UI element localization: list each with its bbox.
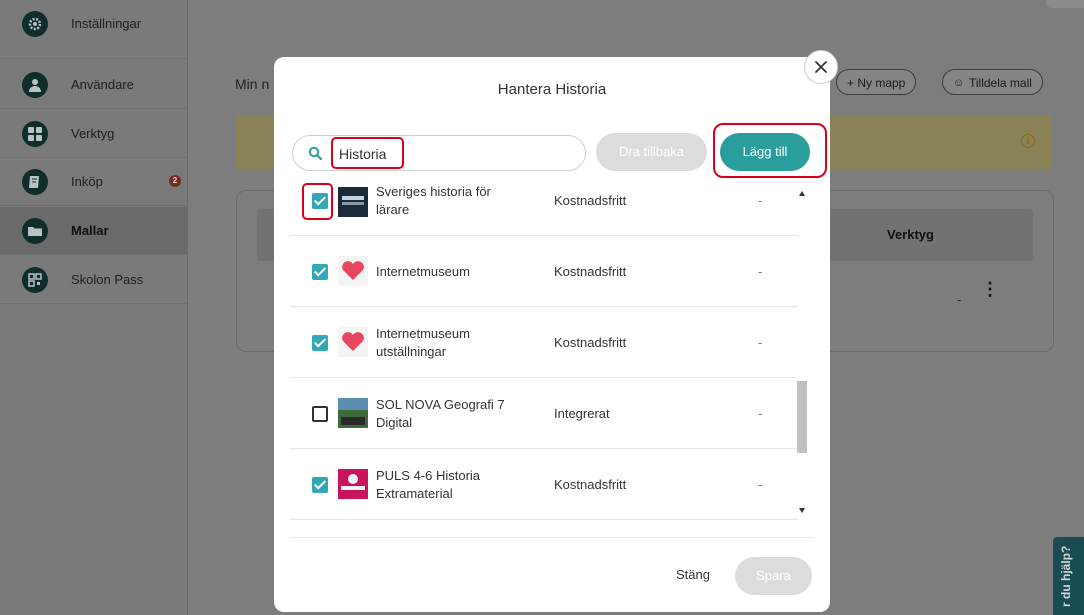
sidebar-item-label: Mallar (71, 223, 109, 238)
tool-price: Kostnadsfritt (554, 335, 627, 350)
tool-tools: - (758, 477, 763, 492)
sidebar-item-templates[interactable]: Mallar (0, 207, 187, 255)
help-tab-label: r du hjälp? (1059, 545, 1073, 607)
tool-name: PULS 4-6 Historia Extramaterial (376, 468, 481, 501)
new-folder-button[interactable]: + Ny mapp (836, 69, 917, 95)
user-icon (22, 72, 48, 98)
sidebar-item-skolon-pass[interactable]: Skolon Pass (0, 256, 187, 304)
tool-tools: - (758, 335, 763, 350)
grid-icon (22, 121, 48, 147)
book-icon (22, 169, 48, 195)
tool-tools: - (758, 193, 763, 208)
tool-name: Internetmuseum (376, 264, 470, 279)
gear-icon (22, 11, 48, 37)
checkbox[interactable] (312, 335, 328, 351)
annotation-highlight (302, 183, 333, 220)
close-button[interactable] (804, 50, 838, 84)
list-item: Internetmuseum utställningar Kostnadsfri… (290, 307, 798, 378)
annotation-highlight (331, 137, 404, 169)
close-dialog-button[interactable]: Stäng (676, 567, 710, 582)
divider (290, 537, 814, 538)
scroll-thumb[interactable] (797, 381, 807, 453)
sidebar-item-label: Användare (71, 77, 134, 92)
assign-template-button[interactable]: ☺ Tilldela mall (942, 69, 1043, 95)
withdraw-button[interactable]: Dra tillbaka (596, 133, 707, 171)
sol-nova-logo (338, 398, 368, 428)
help-tab[interactable]: r du hjälp? (1053, 537, 1084, 615)
heart-logo (338, 256, 368, 286)
tool-tools: - (758, 406, 763, 421)
save-button[interactable]: Spara (735, 557, 812, 595)
sidebar-item-label: Inköp (71, 174, 103, 189)
heart-logo (338, 327, 368, 357)
search-icon (308, 146, 322, 160)
dialog-title: Hantera Historia (497, 81, 607, 98)
sidebar-item-purchases[interactable]: Inköp 2 (0, 158, 187, 206)
manage-dialog: Hantera Historia Dra tillbaka Lägg till … (274, 57, 830, 612)
column-header-tools: Verktyg (887, 227, 934, 242)
tool-list: Sveriges historia för lärare Kostnadsfri… (290, 183, 810, 522)
tool-name: SOL NOVA Geografi 7 Digital (376, 397, 505, 430)
close-icon (815, 61, 827, 73)
scroll-down-arrow-icon[interactable] (799, 508, 805, 513)
list-item: Internetmuseum Kostnadsfritt - (290, 236, 798, 307)
scroll-up-arrow-icon[interactable] (799, 191, 805, 196)
checkbox[interactable] (312, 477, 328, 493)
top-tab (1046, 0, 1084, 8)
sidebar-item-users[interactable]: Användare (0, 61, 187, 109)
tools-value: - (957, 292, 962, 307)
tool-name: Sveriges historia för lärare (376, 184, 491, 217)
checkbox[interactable] (312, 406, 328, 422)
tool-name: Internetmuseum utställningar (376, 326, 470, 359)
sidebar-item-label: Skolon Pass (71, 272, 144, 287)
tool-price: Kostnadsfritt (554, 193, 627, 208)
checkbox[interactable] (312, 264, 328, 280)
notification-badge: 2 (169, 175, 181, 187)
tool-tools: - (758, 264, 763, 279)
tool-price: Integrerat (554, 406, 610, 421)
info-icon: i (1021, 134, 1035, 148)
list-item: SOL NOVA Geografi 7 Digital Integrerat - (290, 378, 798, 449)
sidebar-item-settings[interactable]: Inställningar (0, 11, 187, 59)
sveriges-historia-logo (338, 187, 368, 217)
annotation-highlight (713, 123, 827, 178)
qr-icon (22, 267, 48, 293)
sidebar-item-label: Inställningar (71, 16, 142, 31)
sidebar-item-label: Verktyg (71, 126, 115, 141)
list-item: Sveriges historia för lärare Kostnadsfri… (290, 183, 798, 236)
tool-price: Kostnadsfritt (554, 477, 627, 492)
list-item: PULS 4-6 Historia Extramaterial Kostnads… (290, 449, 798, 520)
puls-historia-logo (338, 469, 368, 499)
assign-template-label: Tilldela mall (969, 76, 1032, 90)
sidebar-item-tools[interactable]: Verktyg (0, 110, 187, 158)
add-user-icon: ☺ (953, 77, 965, 89)
folder-icon (22, 218, 48, 244)
page-title: Min n (235, 76, 270, 92)
sidebar: Inställningar Användare Verktyg Inköp 2 … (0, 0, 188, 615)
scrollbar[interactable] (796, 185, 808, 520)
tool-price: Kostnadsfritt (554, 264, 627, 279)
more-options-icon[interactable]: ⋮ (981, 280, 999, 298)
